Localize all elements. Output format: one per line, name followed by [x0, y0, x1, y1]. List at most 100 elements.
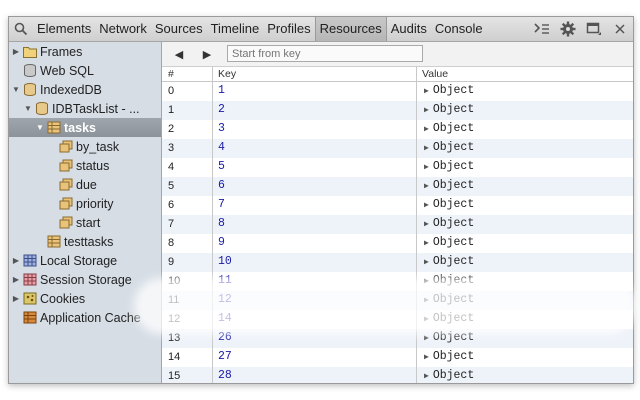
expand-triangle-icon[interactable]: ▶	[424, 258, 429, 267]
tab-network[interactable]: Network	[95, 17, 151, 41]
table-row[interactable]: 9 10 ▶ Object	[162, 253, 633, 272]
sidebar-item-label: testtasks	[64, 234, 114, 249]
table-row[interactable]: 7 8 ▶ Object	[162, 215, 633, 234]
sidebar-item-cookies[interactable]: ▶ Cookies	[9, 289, 161, 308]
expand-triangle-icon[interactable]: ▶	[424, 334, 429, 343]
expand-triangle-icon[interactable]: ▶	[424, 353, 429, 362]
row-index: 8	[168, 237, 175, 249]
row-value[interactable]: ▶ Object	[424, 160, 474, 173]
column-header-value[interactable]: Value	[422, 68, 448, 80]
column-header-index[interactable]: #	[168, 68, 174, 80]
row-index: 4	[168, 161, 175, 173]
gear-icon[interactable]	[559, 20, 577, 38]
tab-sources[interactable]: Sources	[151, 17, 207, 41]
expand-triangle-icon[interactable]: ▶	[424, 163, 429, 172]
row-value[interactable]: ▶ Object	[424, 369, 474, 382]
disclosure-triangle-icon[interactable]: ▶	[11, 47, 21, 56]
sidebar-item-index-status[interactable]: status	[9, 156, 161, 175]
row-value[interactable]: ▶ Object	[424, 312, 474, 325]
expand-triangle-icon[interactable]: ▶	[424, 296, 429, 305]
tab-console[interactable]: Console	[431, 17, 487, 41]
expand-triangle-icon[interactable]: ▶	[424, 277, 429, 286]
table-row[interactable]: 3 4 ▶ Object	[162, 139, 633, 158]
sidebar-item-frames[interactable]: ▶ Frames	[9, 42, 161, 61]
search-icon[interactable]	[9, 17, 33, 41]
tab-audits[interactable]: Audits	[387, 17, 431, 41]
expand-triangle-icon[interactable]: ▶	[424, 144, 429, 153]
value-text: Object	[432, 350, 475, 363]
table-row[interactable]: 1 2 ▶ Object	[162, 101, 633, 120]
disclosure-triangle-icon[interactable]: ▶	[11, 294, 21, 303]
pagination-bar: ◀ ▶	[162, 42, 633, 67]
row-value[interactable]: ▶ Object	[424, 350, 474, 363]
tab-profiles[interactable]: Profiles	[263, 17, 314, 41]
expand-triangle-icon[interactable]: ▶	[424, 315, 429, 324]
expand-triangle-icon[interactable]: ▶	[424, 87, 429, 96]
expand-triangle-icon[interactable]: ▶	[424, 182, 429, 191]
expand-triangle-icon[interactable]: ▶	[424, 201, 429, 210]
tab-timeline[interactable]: Timeline	[207, 17, 264, 41]
table-row[interactable]: 4 5 ▶ Object	[162, 158, 633, 177]
row-value[interactable]: ▶ Object	[424, 293, 474, 306]
value-text: Object	[432, 255, 475, 268]
next-page-button[interactable]: ▶	[196, 45, 218, 63]
row-value[interactable]: ▶ Object	[424, 217, 474, 230]
sidebar-item-web-sql[interactable]: Web SQL	[9, 61, 161, 80]
table-row[interactable]: 14 27 ▶ Object	[162, 348, 633, 367]
table-row[interactable]: 15 28 ▶ Object	[162, 367, 633, 383]
column-divider[interactable]	[212, 67, 213, 383]
value-text: Object	[432, 369, 475, 382]
expand-triangle-icon[interactable]: ▶	[424, 239, 429, 248]
row-value[interactable]: ▶ Object	[424, 84, 474, 97]
close-icon[interactable]	[611, 20, 629, 38]
expand-triangle-icon[interactable]: ▶	[424, 106, 429, 115]
row-value[interactable]: ▶ Object	[424, 103, 474, 116]
sidebar-item-application-cache[interactable]: Application Cache	[9, 308, 161, 327]
disclosure-triangle-icon[interactable]: ▶	[11, 256, 21, 265]
sidebar-item-tasks[interactable]: ▼ tasks	[9, 118, 161, 137]
row-value[interactable]: ▶ Object	[424, 122, 474, 135]
expand-triangle-icon[interactable]: ▶	[424, 125, 429, 134]
table-row[interactable]: 13 26 ▶ Object	[162, 329, 633, 348]
disclosure-triangle-icon[interactable]: ▶	[11, 275, 21, 284]
row-value[interactable]: ▶ Object	[424, 274, 474, 287]
sidebar-item-index-by-task[interactable]: by_task	[9, 137, 161, 156]
start-from-key-input[interactable]	[227, 45, 423, 62]
sidebar-item-index-priority[interactable]: priority	[9, 194, 161, 213]
row-value[interactable]: ▶ Object	[424, 236, 474, 249]
sidebar-item-local-storage[interactable]: ▶ Local Storage	[9, 251, 161, 270]
sidebar-item-index-due[interactable]: due	[9, 175, 161, 194]
row-index: 5	[168, 180, 175, 192]
tab-elements[interactable]: Elements	[33, 17, 95, 41]
table-row[interactable]: 2 3 ▶ Object	[162, 120, 633, 139]
table-row[interactable]: 0 1 ▶ Object	[162, 82, 633, 101]
disclosure-triangle-icon[interactable]: ▼	[35, 123, 45, 132]
column-divider[interactable]	[416, 67, 417, 383]
console-drawer-icon[interactable]	[533, 20, 551, 38]
row-value[interactable]: ▶ Object	[424, 141, 474, 154]
expand-triangle-icon[interactable]: ▶	[424, 220, 429, 229]
disclosure-triangle-icon[interactable]: ▼	[23, 104, 33, 113]
row-value[interactable]: ▶ Object	[424, 255, 474, 268]
sidebar-item-idbtasklist[interactable]: ▼ IDBTaskList - ...	[9, 99, 161, 118]
tab-resources[interactable]: Resources	[314, 17, 387, 41]
table-row[interactable]: 5 6 ▶ Object	[162, 177, 633, 196]
dock-icon[interactable]	[585, 20, 603, 38]
sidebar-item-session-storage[interactable]: ▶ Session Storage	[9, 270, 161, 289]
table-row[interactable]: 12 14 ▶ Object	[162, 310, 633, 329]
row-value[interactable]: ▶ Object	[424, 331, 474, 344]
table-row[interactable]: 10 11 ▶ Object	[162, 272, 633, 291]
table-row[interactable]: 11 12 ▶ Object	[162, 291, 633, 310]
table-row[interactable]: 6 7 ▶ Object	[162, 196, 633, 215]
expand-triangle-icon[interactable]: ▶	[424, 372, 429, 381]
disclosure-triangle-icon[interactable]: ▼	[11, 85, 21, 94]
table-row[interactable]: 8 9 ▶ Object	[162, 234, 633, 253]
row-index: 0	[168, 85, 175, 97]
sidebar-item-testtasks[interactable]: testtasks	[9, 232, 161, 251]
column-header-key[interactable]: Key	[218, 68, 236, 80]
sidebar-item-indexeddb[interactable]: ▼ IndexedDB	[9, 80, 161, 99]
row-value[interactable]: ▶ Object	[424, 198, 474, 211]
sidebar-item-index-start[interactable]: start	[9, 213, 161, 232]
row-value[interactable]: ▶ Object	[424, 179, 474, 192]
previous-page-button[interactable]: ◀	[168, 45, 190, 63]
